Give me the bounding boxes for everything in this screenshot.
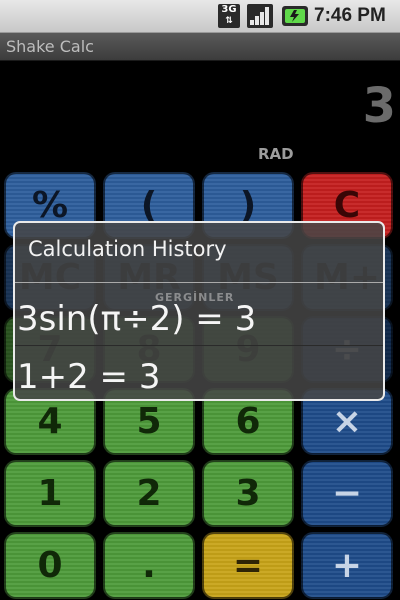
dialog-title: Calculation History	[28, 237, 227, 261]
title-bar: Shake Calc	[0, 33, 400, 61]
digit-2-key[interactable]: 2	[103, 460, 195, 527]
divider	[15, 345, 383, 346]
signal-icon	[247, 4, 273, 28]
subtract-key[interactable]: −	[301, 460, 393, 527]
status-bar: 3G ⇅ 7:46 PM	[0, 0, 400, 33]
divider	[15, 282, 383, 283]
network-label: 3G	[221, 4, 237, 15]
screen: 3G ⇅ 7:46 PM Shake Calc 3 RAD % ( ) C MC…	[0, 0, 400, 600]
equals-key[interactable]: =	[202, 532, 294, 599]
angle-mode-indicator[interactable]: RAD	[258, 145, 294, 163]
digit-3-key[interactable]: 3	[202, 460, 294, 527]
clock: 7:46 PM	[314, 5, 386, 26]
battery-charging-icon	[282, 6, 308, 26]
history-item[interactable]: 1+2 = 3	[17, 357, 161, 397]
calculation-history-dialog: Calculation History GERGİNLER 3sin(π÷2) …	[13, 221, 385, 401]
digit-0-key[interactable]: 0	[4, 532, 96, 599]
3g-icon: 3G ⇅	[218, 4, 240, 28]
add-key[interactable]: +	[301, 532, 393, 599]
app-title: Shake Calc	[6, 37, 94, 56]
digit-1-key[interactable]: 1	[4, 460, 96, 527]
result-display: 3	[362, 78, 396, 134]
history-item[interactable]: 3sin(π÷2) = 3	[17, 299, 256, 339]
decimal-point-key[interactable]: .	[103, 532, 195, 599]
